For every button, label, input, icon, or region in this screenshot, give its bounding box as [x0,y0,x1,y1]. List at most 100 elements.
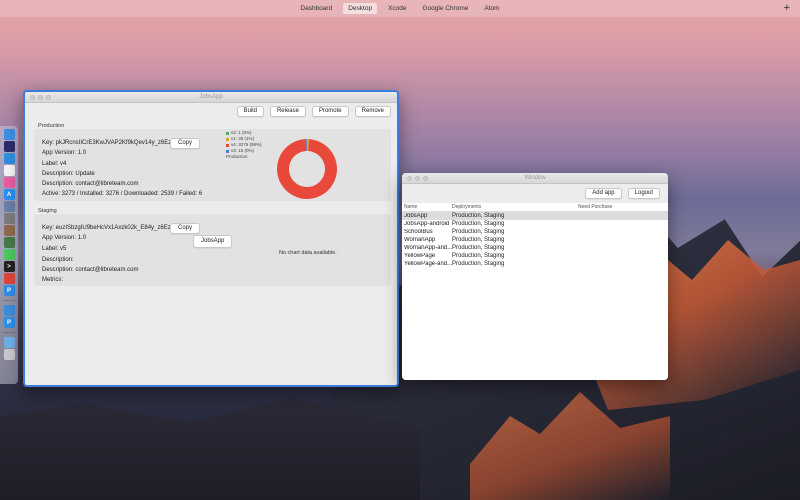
column-header-deployments[interactable]: Deployments [452,204,578,210]
jobsapp-window: JobsApp Build Release Promote Remove Pro… [23,90,399,387]
space-tab-xcode[interactable]: Xcode [383,3,411,14]
chrome-icon[interactable] [3,273,15,284]
minimize-button[interactable] [38,95,43,100]
jobsapp-toolbar: Build Release Promote Remove [236,106,391,117]
dock: A > P P [0,126,18,384]
cell-name: WomanApp [404,237,436,243]
jobsapp-button[interactable]: JobsApp [193,235,233,248]
window-controls [30,95,51,100]
legend-swatch [226,143,229,147]
pycharm-icon-2[interactable]: P [3,317,15,328]
cell-deployments: Production, Staging [452,213,505,219]
deployment-pie-chart [277,139,337,199]
promote-button[interactable]: Promote [311,106,349,117]
logout-button[interactable]: Logout [627,188,660,199]
cell-name: YellowPage-and... [404,261,452,267]
no-chart-message: No chart data available. [279,250,337,256]
apps-window: Window Add app Logout Name Deployments N… [402,173,668,380]
finder-icon[interactable] [3,129,15,140]
cell-name: WomanApp-and... [404,245,452,251]
trash-icon[interactable] [3,349,15,360]
column-header-need-purchase[interactable]: Need Purchase [578,204,666,210]
legend-swatch [226,149,229,153]
dock-separator [3,332,15,333]
production-contact: Description: contact@libreteam.com [42,181,139,187]
photos-icon[interactable] [3,225,15,236]
cell-deployments: Production, Staging [452,237,505,243]
close-button[interactable] [407,176,412,181]
production-copy-button[interactable]: Copy [170,138,201,149]
space-tab-desktop[interactable]: Desktop [343,3,378,14]
production-description: Description: Update [42,171,95,177]
system-preferences-icon[interactable] [3,213,15,224]
app-store-icon[interactable]: A [3,189,15,200]
window-controls [407,176,428,181]
space-tab-google-chrome[interactable]: Google Chrome [418,3,474,14]
add-app-button[interactable]: Add app [585,188,622,199]
cell-name: JobsApp-android [404,221,450,227]
safari-icon[interactable] [3,153,15,164]
legend-swatch [226,137,229,141]
calendar-icon[interactable] [3,165,15,176]
staging-key: Key: euzISbzgIU9beHcVx1Axzk02k_E84y_z6Ez… [42,225,179,231]
build-button[interactable]: Build [236,106,264,117]
chart-caption: Production [226,154,248,159]
folder-icon[interactable] [3,337,15,348]
cell-deployments: Production, Staging [452,221,505,227]
add-space-button[interactable]: + [784,2,790,14]
cell-name: YellowPage [404,253,436,259]
table-row[interactable]: WomanApp Production, Staging [402,236,668,244]
production-stats: Active: 3273 / Installed: 3276 / Downloa… [42,191,203,197]
window-title: Window [524,175,546,181]
apps-window-titlebar[interactable]: Window [402,173,668,184]
terminal-icon[interactable]: > [3,261,15,272]
cell-deployments: Production, Staging [452,229,505,235]
table-row[interactable]: YellowPage Production, Staging [402,252,668,260]
table-row[interactable]: JobsApp Production, Staging [402,212,668,220]
staging-contact: Description: contact@libreteam.com [42,267,139,273]
table-row[interactable]: JobsApp-android Production, Staging [402,220,668,228]
maps-icon[interactable] [3,237,15,248]
cell-name: JobsApp [404,213,428,219]
zoom-button[interactable] [423,176,428,181]
minimize-button[interactable] [415,176,420,181]
staging-copy-button[interactable]: Copy [170,223,201,234]
cell-name: SchoolBus [404,229,433,235]
chart-legend: v2: 1 (0%) v1: 35 (1%) v4: 3276 (98%) v3… [226,130,262,160]
table-body: JobsApp Production, Staging JobsApp-androi… [402,212,668,268]
release-button[interactable]: Release [269,106,306,117]
cell-deployments: Production, Staging [452,253,505,259]
staging-app-version: App Version: 1.0 [42,235,87,241]
xcode-icon[interactable] [3,305,15,316]
production-key: Key: pkJRcnsIICrE3KwJVAP2Kf9kQev14y_z6Ez… [42,140,179,146]
messages-icon[interactable] [3,249,15,260]
legend-swatch [226,131,229,135]
column-header-name[interactable]: Name [402,204,452,210]
itunes-icon[interactable] [3,177,15,188]
apps-table: Name Deployments Need Purchase JobsApp Pr… [402,203,668,380]
dock-separator [3,300,15,301]
space-tab-dashboard[interactable]: Dashboard [295,3,337,14]
cell-deployments: Production, Staging [452,245,505,251]
production-app-label: Label: v4 [42,161,67,167]
staging-metrics: Metrics: [42,277,63,283]
table-row[interactable]: WomanApp-and... Production, Staging [402,244,668,252]
mission-control-bar: Dashboard Desktop Xcode Google Chrome At… [0,0,800,17]
staging-description: Description: [42,257,74,263]
preview-icon[interactable] [3,201,15,212]
remove-button[interactable]: Remove [354,106,391,117]
production-app-version: App Version: 1.0 [42,150,87,156]
cell-deployments: Production, Staging [452,261,505,267]
table-header: Name Deployments Need Purchase [402,203,668,212]
table-row[interactable]: YellowPage-and... Production, Staging [402,260,668,268]
jobsapp-titlebar[interactable]: JobsApp [25,92,397,103]
apps-toolbar: Add app Logout [585,188,660,199]
window-title: JobsApp [199,94,223,100]
siri-icon[interactable] [3,141,15,152]
zoom-button[interactable] [46,95,51,100]
staging-app-label: Label: v5 [42,246,67,252]
pycharm-icon[interactable]: P [3,285,15,296]
space-tab-atom[interactable]: Atom [479,3,504,14]
table-row[interactable]: SchoolBus Production, Staging [402,228,668,236]
close-button[interactable] [30,95,35,100]
